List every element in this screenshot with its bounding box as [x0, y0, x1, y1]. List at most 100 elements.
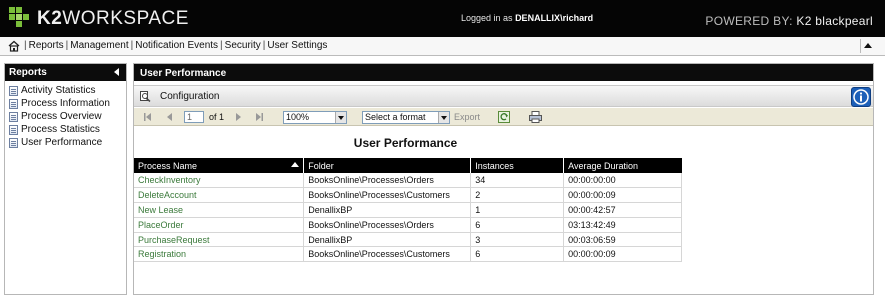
folder-cell: DenallixBP — [303, 202, 472, 218]
zoom-select[interactable]: 100% — [283, 111, 347, 124]
menu-item-security[interactable]: Security — [223, 40, 263, 51]
folder-cell: DenallixBP — [303, 232, 472, 248]
instances-cell: 2 — [470, 187, 565, 204]
collapse-left-icon[interactable] — [114, 68, 119, 76]
table-row: PurchaseRequest DenallixBP 3 00:03:06:59 — [134, 232, 682, 248]
report-list: Activity Statistics Process Information … — [5, 81, 126, 149]
table-row: Registration BooksOnline\Processes\Custo… — [134, 246, 682, 263]
first-page-icon[interactable] — [143, 112, 153, 122]
reports-sidebar: Reports Activity Statistics Process Info… — [4, 63, 127, 295]
sidebar-item-process-information[interactable]: Process Information — [9, 97, 126, 110]
home-icon[interactable] — [7, 39, 21, 53]
sidebar-item-label: Process Statistics — [21, 124, 100, 135]
sidebar-item-label: Process Information — [21, 98, 110, 109]
report-doc-icon — [9, 98, 18, 109]
duration-cell: 00:00:00:09 — [563, 187, 682, 204]
duration-cell: 00:03:06:59 — [563, 232, 682, 248]
menu-item-notification-events[interactable]: Notification Events — [133, 40, 220, 51]
instances-cell: 1 — [470, 202, 565, 218]
sidebar-item-process-overview[interactable]: Process Overview — [9, 110, 126, 123]
table-row: DeleteAccount BooksOnline\Processes\Cust… — [134, 187, 682, 204]
duration-cell: 03:13:42:49 — [563, 217, 682, 233]
process-name-cell[interactable]: PurchaseRequest — [134, 232, 305, 248]
refresh-icon[interactable] — [498, 111, 510, 123]
column-header-average-duration[interactable]: Average Duration — [563, 158, 682, 173]
page-count-label: of 1 — [209, 112, 225, 122]
sidebar-item-process-statistics[interactable]: Process Statistics — [9, 123, 126, 136]
chevron-down-icon — [335, 112, 346, 123]
info-icon[interactable] — [851, 87, 871, 107]
process-name-cell[interactable]: CheckInventory — [134, 173, 305, 189]
configuration-bar[interactable]: Configuration — [134, 85, 873, 107]
sidebar-item-label: Process Overview — [21, 111, 102, 122]
powered-by: POWERED BY: K2 blackpearl — [705, 14, 873, 28]
report-doc-icon — [9, 137, 18, 148]
k2-logo-icon — [9, 7, 33, 31]
menu-item-reports[interactable]: Reports — [27, 40, 66, 51]
process-name-cell[interactable]: PlaceOrder — [134, 217, 305, 233]
column-header-process-name[interactable]: Process Name — [134, 158, 305, 173]
export-link[interactable]: Export — [454, 112, 480, 122]
folder-cell: BooksOnline\Processes\Customers — [303, 246, 472, 263]
folder-cell: BooksOnline\Processes\Orders — [303, 173, 472, 189]
logo-workspace: WORKSPACE — [62, 8, 189, 29]
sidebar-header: Reports — [5, 64, 126, 81]
logo-text: K2WORKSPACE — [37, 8, 189, 30]
instances-cell: 34 — [470, 173, 565, 189]
main-menu-bar: | Reports | Management | Notification Ev… — [0, 37, 885, 56]
menu-items: | Reports | Management | Notification Ev… — [24, 40, 329, 51]
last-page-icon[interactable] — [254, 112, 264, 122]
user-performance-table: Process Name Folder Instances Average Du… — [134, 158, 682, 263]
sidebar-title: Reports — [9, 67, 47, 78]
menu-item-user-settings[interactable]: User Settings — [265, 40, 329, 51]
k2-workspace-logo: K2WORKSPACE — [9, 7, 189, 31]
logged-in-user: DENALLIX\richard — [515, 13, 594, 23]
instances-cell: 6 — [470, 217, 565, 233]
duration-cell: 00:00:00:00 — [563, 173, 682, 189]
export-format-select[interactable]: Select a format — [362, 111, 450, 124]
report-panel-header: User Performance — [134, 64, 873, 81]
duration-cell: 00:00:42:57 — [563, 202, 682, 218]
column-header-instances[interactable]: Instances — [470, 158, 565, 173]
process-name-cell[interactable]: DeleteAccount — [134, 187, 305, 204]
sort-ascending-icon — [291, 162, 300, 167]
report-title: User Performance — [353, 136, 458, 150]
folder-cell: BooksOnline\Processes\Customers — [303, 187, 472, 204]
logged-in-status: Logged in as DENALLIX\richard — [461, 13, 593, 23]
zoom-value: 100% — [286, 112, 310, 122]
previous-page-icon[interactable] — [165, 112, 175, 122]
configuration-icon — [140, 91, 151, 102]
sidebar-item-label: User Performance — [21, 137, 103, 148]
sidebar-item-label: Activity Statistics — [21, 85, 96, 96]
folder-cell: BooksOnline\Processes\Orders — [303, 217, 472, 233]
table-header-row: Process Name Folder Instances Average Du… — [134, 158, 682, 173]
powered-by-label: POWERED BY: — [705, 14, 793, 28]
duration-cell: 00:00:00:09 — [563, 246, 682, 263]
process-name-cell[interactable]: New Lease — [134, 202, 305, 218]
menu-item-management[interactable]: Management — [68, 40, 130, 51]
format-value: Select a format — [365, 112, 426, 122]
instances-cell: 6 — [470, 246, 565, 263]
next-page-icon[interactable] — [233, 112, 243, 122]
report-panel-title: User Performance — [140, 68, 227, 79]
sidebar-item-user-performance[interactable]: User Performance — [9, 136, 126, 149]
page-number-input[interactable]: 1 — [184, 111, 204, 123]
logo-k2: K2 — [37, 8, 63, 29]
report-doc-icon — [9, 85, 18, 96]
report-panel: User Performance Configuration 1 of 1 10… — [133, 63, 874, 295]
sidebar-item-activity-statistics[interactable]: Activity Statistics — [9, 84, 126, 97]
column-header-folder[interactable]: Folder — [303, 158, 472, 173]
print-icon[interactable] — [529, 111, 542, 123]
brand-name: K2 blackpearl — [796, 14, 873, 28]
logged-in-prefix: Logged in as — [461, 13, 513, 23]
app-header: K2WORKSPACE Logged in as DENALLIX\richar… — [0, 0, 885, 37]
report-doc-icon — [9, 124, 18, 135]
chevron-down-icon — [438, 112, 449, 123]
collapse-up-icon[interactable] — [860, 39, 874, 53]
instances-cell: 3 — [470, 232, 565, 248]
report-doc-icon — [9, 111, 18, 122]
table-row: PlaceOrder BooksOnline\Processes\Orders … — [134, 217, 682, 233]
process-name-cell[interactable]: Registration — [134, 246, 305, 263]
report-viewer-toolbar: 1 of 1 100% Select a format Export — [134, 108, 873, 126]
configuration-label: Configuration — [160, 91, 220, 102]
